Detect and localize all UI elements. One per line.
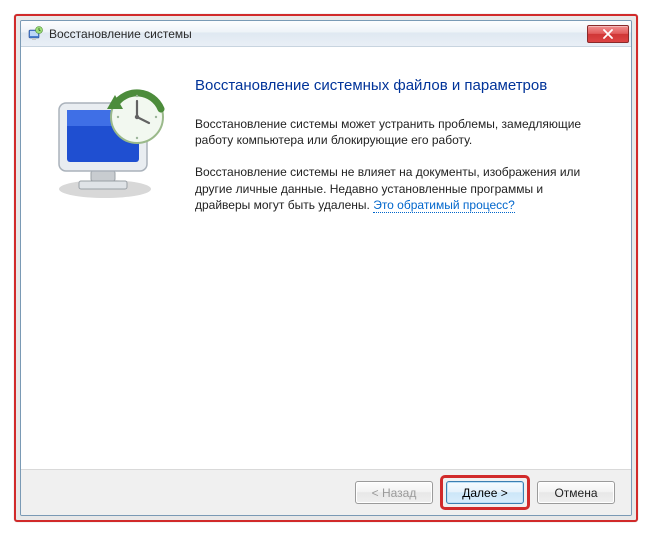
next-button[interactable]: Далее > <box>446 481 524 504</box>
description-paragraph-1: Восстановление системы может устранить п… <box>195 116 601 148</box>
text-column: Восстановление системных файлов и параме… <box>195 47 631 469</box>
description-paragraph-2: Восстановление системы не влияет на доку… <box>195 164 601 213</box>
footer-button-bar: < Назад Далее > Отмена <box>21 469 631 515</box>
system-restore-illustration <box>45 87 175 207</box>
titlebar[interactable]: Восстановление системы <box>21 21 631 47</box>
system-restore-icon <box>27 26 43 42</box>
window-title: Восстановление системы <box>49 27 587 41</box>
content-area: Восстановление системных файлов и параме… <box>21 47 631 469</box>
next-button-highlight: Далее > <box>440 475 530 510</box>
close-button[interactable] <box>587 25 629 43</box>
back-button: < Назад <box>355 481 433 504</box>
reversible-process-link[interactable]: Это обратимый процесс? <box>373 198 515 213</box>
dialog-window: Восстановление системы <box>20 20 632 516</box>
emphasis-frame: Восстановление системы <box>14 14 638 522</box>
close-icon <box>603 29 613 39</box>
cancel-button[interactable]: Отмена <box>537 481 615 504</box>
illustration-column <box>21 47 195 469</box>
page-heading: Восстановление системных файлов и параме… <box>195 77 601 94</box>
